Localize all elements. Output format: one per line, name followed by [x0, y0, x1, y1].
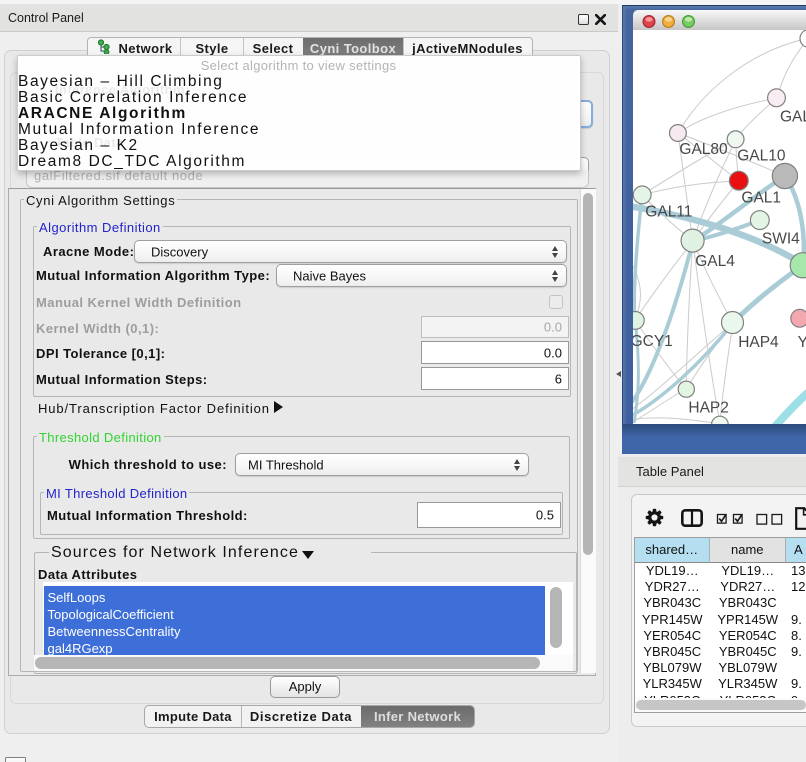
svg-text:HAP4: HAP4 — [738, 334, 779, 351]
svg-text:GAL2: GAL2 — [780, 109, 806, 126]
svg-text:HAP2: HAP2 — [688, 400, 729, 417]
svg-text:YI: YI — [798, 334, 806, 351]
svg-text:GAL80: GAL80 — [679, 141, 728, 158]
svg-text:GCY1: GCY1 — [633, 333, 673, 350]
svg-text:GAL11: GAL11 — [645, 204, 692, 221]
svg-text:GAL1: GAL1 — [741, 190, 781, 207]
svg-text:GAL4: GAL4 — [695, 253, 735, 270]
svg-text:SWI4: SWI4 — [762, 231, 800, 248]
svg-text:GAL10: GAL10 — [737, 148, 786, 165]
